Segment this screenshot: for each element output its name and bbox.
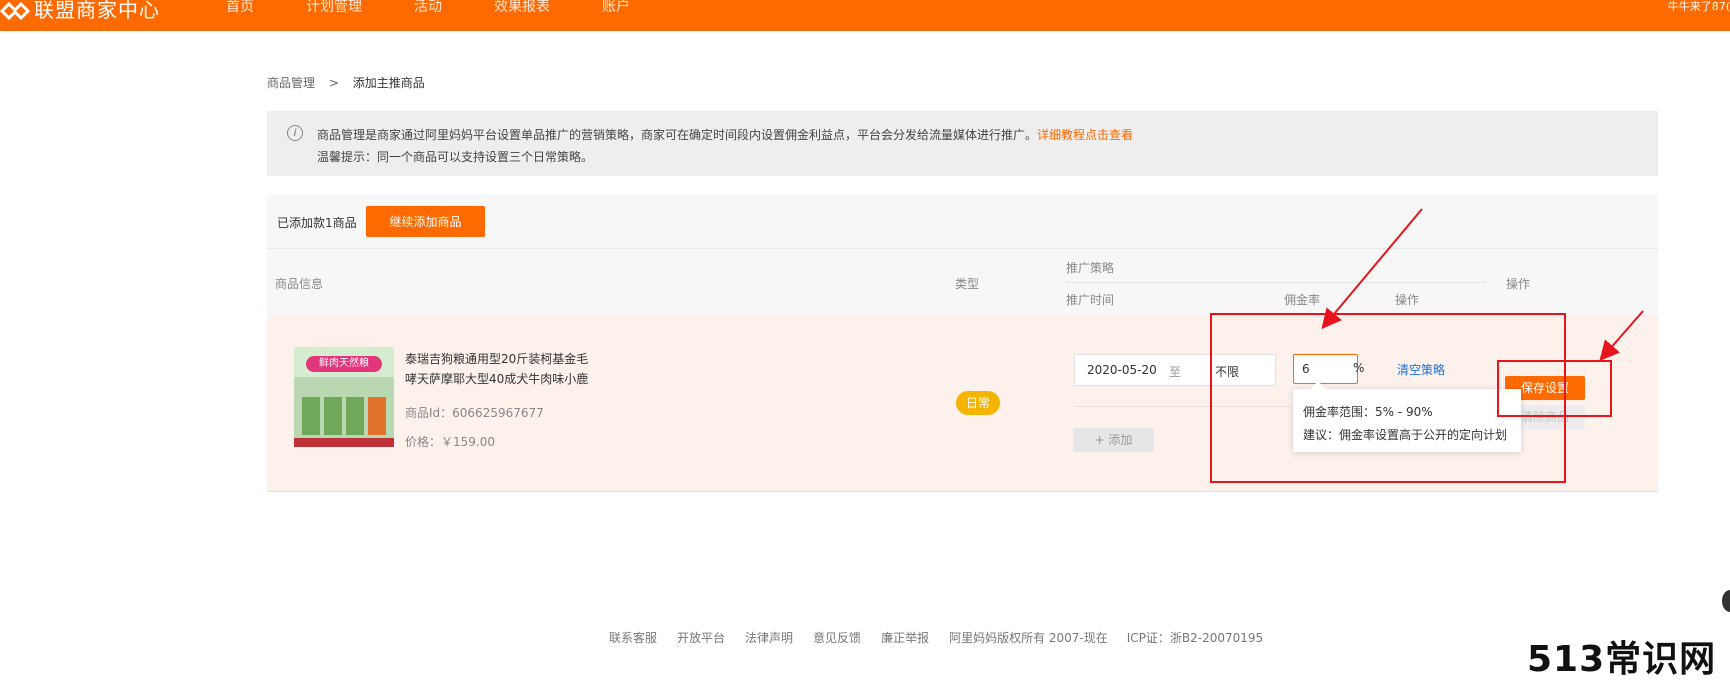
footer-link-contact[interactable]: 联系客服: [609, 629, 657, 646]
breadcrumb-current: 添加主推商品: [352, 76, 425, 90]
footer-copyright: 阿里妈妈版权所有 2007-现在: [949, 631, 1108, 645]
floating-help-icon[interactable]: [1722, 590, 1730, 612]
date-end: 不限: [1215, 365, 1240, 379]
commission-rate-input[interactable]: [1293, 354, 1358, 384]
user-name[interactable]: 牛牛来了87(: [1668, 0, 1730, 14]
footer-link-open-platform[interactable]: 开放平台: [677, 629, 725, 646]
product-image[interactable]: 鲜肉天然粮: [294, 347, 394, 447]
nav-item-plan-management[interactable]: 计划管理: [306, 0, 362, 16]
breadcrumb-separator: >: [328, 76, 339, 90]
percent-sign: %: [1353, 361, 1365, 375]
info-notice: i 商品管理是商家通过阿里妈妈平台设置单品推广的营销策略，商家可在确定时间段内设…: [267, 111, 1658, 176]
product-image-label: 鲜肉天然粮: [306, 356, 382, 372]
nav-item-activity[interactable]: 活动: [414, 0, 442, 16]
watermark: 513常识网: [1527, 639, 1717, 680]
header-strategy: 推广策略: [1066, 261, 1115, 275]
type-badge: 日常: [956, 391, 1000, 415]
commission-rate-tooltip: 佣金率范围：5% - 90% 建议：佣金率设置高于公开的定向计划: [1293, 389, 1521, 452]
product-price: 价格：￥159.00: [405, 435, 495, 449]
info-icon: i: [287, 125, 303, 141]
nav-item-home[interactable]: 首页: [226, 0, 254, 16]
header-commission-rate: 佣金率: [1284, 293, 1321, 307]
header-action: 操作: [1506, 277, 1531, 291]
add-strategy-button[interactable]: + 添加: [1073, 428, 1154, 452]
nav-item-account[interactable]: 账户: [602, 0, 630, 16]
footer-link-legal[interactable]: 法律声明: [745, 629, 793, 646]
logo-text: 联盟商家中心: [34, 0, 160, 22]
notice-text: 商品管理是商家通过阿里妈妈平台设置单品推广的营销策略，商家可在确定时间段内设置佣…: [317, 126, 1133, 143]
header-type: 类型: [955, 277, 980, 291]
breadcrumb-parent[interactable]: 商品管理: [267, 76, 315, 90]
clear-strategy-link[interactable]: 清空策略: [1397, 361, 1445, 378]
tooltip-rate-range: 佣金率范围：5% - 90%: [1303, 405, 1433, 419]
product-id: 商品Id：606625967677: [405, 406, 544, 420]
table-row: 鲜肉天然粮 泰瑞吉狗粮通用型20斤装柯基金毛哮天萨摩耶大型40成犬牛肉味小鹿 商…: [267, 315, 1658, 492]
header-product-info: 商品信息: [275, 277, 324, 291]
footer-icp[interactable]: ICP证：浙B2-20070195: [1127, 629, 1263, 646]
date-range-picker[interactable]: 2020-05-20 至 不限: [1074, 354, 1276, 386]
tutorial-link[interactable]: 详细教程点击查看: [1037, 128, 1133, 142]
breadcrumb: 商品管理 > 添加主推商品: [267, 74, 425, 91]
top-navigation-bar: 联盟商家中心 首页 计划管理 活动 效果报表 账户 牛牛来了87(: [0, 0, 1730, 31]
product-pack-graphic: [346, 397, 364, 435]
added-count-text: 已添加款1商品: [277, 216, 357, 230]
date-separator: 至: [1169, 365, 1182, 379]
footer-link-report[interactable]: 廉正举报: [881, 629, 929, 646]
footer-link-feedback[interactable]: 意见反馈: [813, 629, 861, 646]
product-pack-graphic: [324, 397, 342, 435]
date-start: 2020-05-20: [1087, 363, 1157, 377]
footer: 联系客服 开放平台 法律声明 意见反馈 廉正举报 阿里妈妈版权所有 2007-现…: [609, 629, 1282, 646]
header-promotion-time: 推广时间: [1066, 293, 1115, 307]
tooltip-rate-hint: 建议：佣金率设置高于公开的定向计划: [1303, 428, 1508, 442]
table-header: 商品信息 类型 推广策略 推广时间 佣金率 操作 操作: [267, 248, 1658, 316]
product-name[interactable]: 泰瑞吉狗粮通用型20斤装柯基金毛哮天萨摩耶大型40成犬牛肉味小鹿: [405, 349, 595, 389]
product-pack-graphic: [368, 397, 386, 435]
header-strategy-action: 操作: [1395, 293, 1420, 307]
logo-icon: [0, 0, 31, 22]
main-nav: 首页 计划管理 活动 效果报表 账户: [226, 0, 682, 16]
continue-add-product-button[interactable]: 继续添加商品: [366, 206, 485, 237]
product-pack-graphic: [302, 397, 320, 435]
product-toolbar: 已添加款1商品 继续添加商品: [267, 195, 1658, 248]
nav-item-reports[interactable]: 效果报表: [494, 0, 550, 16]
header-divider: [1066, 282, 1486, 283]
notice-tip: 温馨提示：同一个商品可以支持设置三个日常策略。: [317, 150, 594, 164]
product-image-footer: [294, 438, 394, 447]
notice-description: 商品管理是商家通过阿里妈妈平台设置单品推广的营销策略，商家可在确定时间段内设置佣…: [317, 128, 1038, 142]
logo[interactable]: 联盟商家中心: [0, 0, 160, 31]
